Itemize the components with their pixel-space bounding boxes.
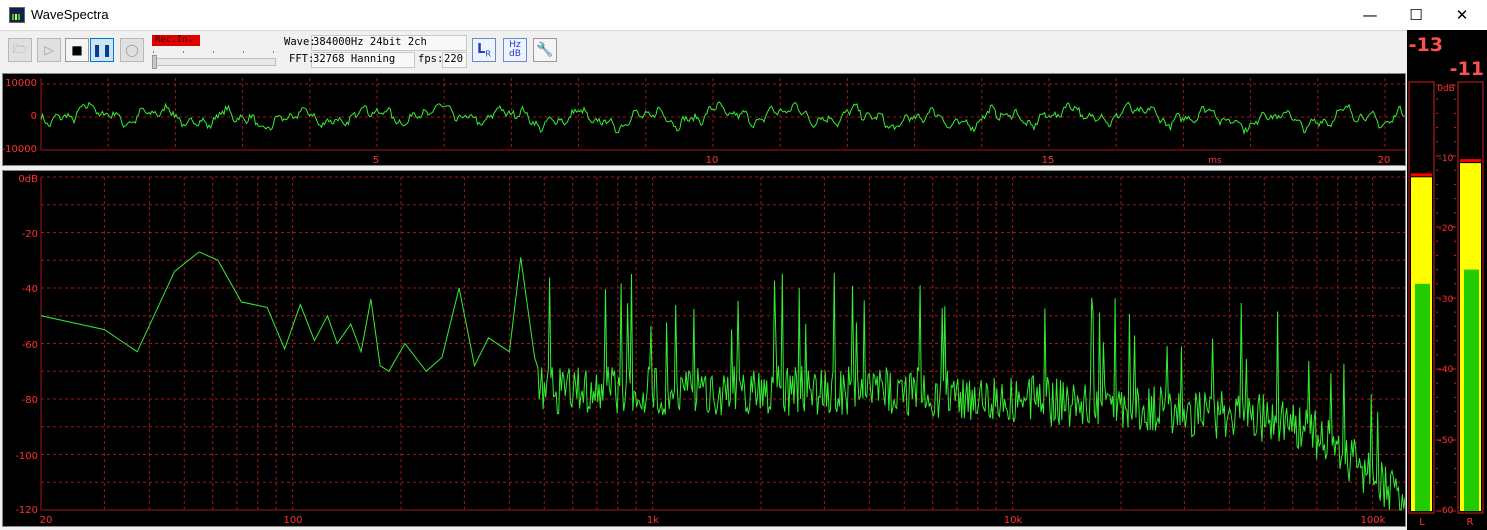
peak-left-readout: -13: [1409, 34, 1443, 56]
spectrum-svg: 0dB -20 -40 -60 -80 -100 -120 20 100 1k …: [15, 174, 1405, 526]
stop-button[interactable]: ■: [65, 38, 89, 62]
spectrum-trace: [40, 251, 1405, 511]
pause-button[interactable]: ❚❚: [90, 38, 114, 62]
meter-right-peak-hold: [1460, 159, 1481, 163]
meter-left-peak-hold: [1411, 173, 1432, 177]
fps-value: 220: [444, 53, 463, 65]
slider-thumb[interactable]: [152, 55, 157, 69]
wave-x-unit: ms: [1208, 156, 1222, 165]
spec-xtick: 10k: [1004, 515, 1023, 526]
play-button[interactable]: ▷: [37, 38, 61, 62]
title-bar: WaveSpectra — ☐ ✕: [0, 0, 1487, 30]
spec-xtick: 100: [283, 515, 302, 526]
app-icon: [9, 7, 25, 23]
wrench-icon: 🔧: [536, 42, 554, 58]
rec-input-indicator: Rec.In.: [152, 35, 200, 46]
lr-icon: LR: [477, 41, 491, 59]
spectrum-view: 0dB -20 -40 -60 -80 -100 -120 20 100 1k …: [2, 170, 1406, 527]
waveform-grid: [41, 78, 1405, 151]
close-button[interactable]: ✕: [1439, 0, 1485, 30]
level-meter: -13 -11 0dB -10 -20 -30 -40 -50 -60 L R: [1407, 30, 1487, 530]
meter-scale-label: -10: [1439, 154, 1454, 164]
open-file-button[interactable]: 🗁: [8, 38, 32, 62]
spec-ytick: -60: [22, 340, 38, 351]
settings-button[interactable]: 🔧: [533, 38, 557, 62]
spec-xtick: 1k: [647, 515, 659, 526]
waveform-trace: [40, 101, 1405, 136]
spec-ytick: -40: [22, 284, 38, 295]
spec-xtick: 20: [40, 515, 53, 526]
play-icon: ▷: [44, 43, 54, 57]
meter-right-rms-bar: [1464, 269, 1479, 511]
open-icon: 🗁: [12, 41, 28, 56]
stop-icon: ■: [71, 43, 83, 57]
meter-scale-label: -20: [1439, 224, 1454, 234]
meter-scale-label: -50: [1439, 436, 1454, 446]
meter-left-rms-bar: [1415, 283, 1430, 511]
wave-ytick: -10000: [3, 144, 37, 155]
meter-scale-label: 0dB: [1437, 84, 1455, 94]
meter-svg: -13 -11 0dB -10 -20 -30 -40 -50 -60 L R: [1408, 34, 1484, 528]
window-title: WaveSpectra: [31, 7, 109, 22]
peak-right-readout: -11: [1450, 58, 1484, 80]
meter-right-label: R: [1467, 517, 1474, 528]
hz-db-icon: Hz dB: [509, 40, 521, 59]
maximize-button[interactable]: ☐: [1393, 0, 1439, 30]
waveform-svg: 10000 0 -10000 5 10 15 20 ms: [3, 78, 1405, 165]
wave-ytick: 10000: [5, 78, 37, 89]
meter-left-label: L: [1419, 517, 1425, 528]
meter-scale-label: -40: [1439, 365, 1454, 375]
spectrum-grid: [41, 176, 1405, 511]
fft-setting: 32768 Hanning: [313, 53, 396, 65]
toolbar: 🗁 ▷ ■ ❚❚ ◯ Rec.In. Wave: 384000Hz 24bit …: [0, 30, 1407, 71]
meter-scale-label: -30: [1439, 295, 1454, 305]
fps-label: fps:: [418, 53, 444, 65]
pause-icon: ❚❚: [91, 43, 113, 57]
wave-ytick: 0: [31, 111, 37, 122]
wave-label: Wave:: [284, 36, 316, 48]
record-icon: ◯: [125, 43, 139, 57]
wave-format: 384000Hz 24bit 2ch: [313, 36, 427, 48]
spec-xtick: 100k: [1361, 515, 1386, 526]
spec-ytick: 0dB: [18, 174, 38, 185]
spec-ytick: -120: [15, 505, 38, 516]
wave-xtick: 15: [1042, 155, 1055, 165]
fft-label: FFT:: [289, 53, 315, 65]
minimize-button[interactable]: —: [1347, 0, 1393, 30]
wave-xtick: 20: [1378, 155, 1391, 165]
meter-scale-label: -60: [1439, 506, 1454, 516]
waveform-view: 10000 0 -10000 5 10 15 20 ms: [2, 73, 1406, 166]
spec-ytick: -80: [22, 395, 38, 406]
hz-db-button[interactable]: Hz dB: [503, 38, 527, 62]
level-slider-ticks: [153, 51, 275, 53]
input-level-slider[interactable]: [152, 58, 276, 66]
wave-xtick: 5: [373, 155, 379, 165]
wave-xtick: 10: [706, 155, 719, 165]
record-button[interactable]: ◯: [120, 38, 144, 62]
lr-channel-button[interactable]: LR: [472, 38, 496, 62]
spec-ytick: -20: [22, 229, 38, 240]
spec-ytick: -100: [15, 451, 38, 462]
